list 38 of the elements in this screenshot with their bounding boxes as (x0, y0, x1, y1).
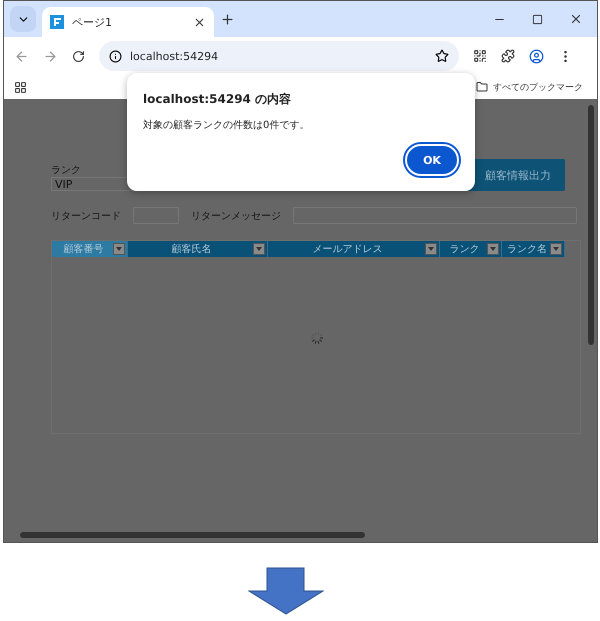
return-message-label: リターンメッセージ (191, 210, 282, 222)
favicon-icon (50, 15, 64, 29)
qr-code-icon[interactable] (473, 49, 487, 63)
column-header[interactable]: メールアドレス (268, 241, 440, 257)
down-arrow-icon (248, 567, 324, 615)
browser-tab[interactable]: ページ1 (42, 7, 214, 37)
star-icon[interactable] (435, 49, 449, 63)
tab-title: ページ1 (72, 14, 113, 30)
filter-icon[interactable] (550, 243, 562, 255)
new-tab-icon[interactable] (220, 12, 235, 26)
filter-icon[interactable] (253, 243, 265, 255)
folder-icon (476, 81, 488, 93)
dialog-message: 対象の顧客ランクの件数は0件です。 (143, 118, 310, 132)
close-tab-icon[interactable] (193, 16, 206, 28)
close-icon[interactable] (569, 12, 583, 26)
info-icon (109, 50, 122, 62)
column-header[interactable]: ランク名 (502, 241, 565, 257)
filter-icon[interactable] (113, 243, 125, 255)
address-bar[interactable]: localhost:54294 (99, 41, 459, 71)
column-header[interactable]: ランク (440, 241, 502, 257)
dialog-title: localhost:54294 の内容 (143, 91, 292, 108)
filter-icon[interactable] (487, 243, 499, 255)
forward-icon[interactable] (43, 48, 58, 64)
puzzle-icon[interactable] (501, 49, 515, 63)
url-text: localhost:54294 (130, 50, 220, 62)
apps-icon[interactable] (14, 80, 27, 94)
filter-icon[interactable] (425, 243, 437, 255)
vertical-scrollbar[interactable] (588, 105, 594, 345)
maximize-icon[interactable] (532, 12, 543, 26)
profile-icon[interactable] (529, 48, 544, 64)
ok-button[interactable]: OK (405, 144, 459, 176)
back-icon[interactable] (14, 48, 29, 64)
column-header[interactable]: 顧客氏名 (128, 241, 268, 257)
reload-icon[interactable] (72, 50, 85, 62)
horizontal-scrollbar[interactable] (20, 532, 365, 538)
return-code-label: リターンコード (51, 210, 121, 222)
column-header[interactable]: 顧客番号 (52, 241, 128, 257)
rank-label: ランク (51, 164, 82, 177)
